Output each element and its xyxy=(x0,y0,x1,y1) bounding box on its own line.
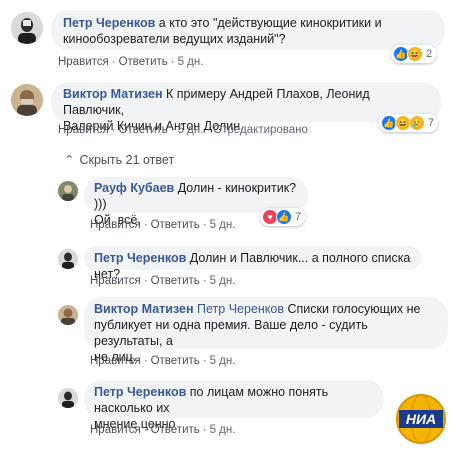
like-link[interactable]: Нравится xyxy=(90,424,141,436)
like-link[interactable]: Нравится xyxy=(90,355,141,367)
like-link[interactable]: Нравится xyxy=(58,56,109,68)
reply-link[interactable]: Ответить xyxy=(119,124,168,136)
comment-text-line: а кто это "действующие кинокритики и xyxy=(158,16,382,30)
reply-link[interactable]: Ответить xyxy=(151,424,200,436)
timestamp[interactable]: 5 дн. xyxy=(210,355,236,367)
mention-link[interactable]: Петр Черенков xyxy=(197,302,284,316)
reply-actions: Нравится · Ответить · 5 дн. xyxy=(90,219,236,231)
nia-logo: НИА xyxy=(395,393,447,445)
timestamp[interactable]: 5 дн. xyxy=(210,275,236,287)
hide-replies-link[interactable]: ⌃ Скрыть 21 ответ xyxy=(64,152,174,167)
hide-replies-label: Скрыть 21 ответ xyxy=(79,153,175,167)
reply-bubble: Виктор Матизен Петр Черенков Списки голо… xyxy=(84,297,448,364)
like-link[interactable]: Нравится xyxy=(90,219,141,231)
reply-bubble: Петр Черенков Долин и Павлючик... а полн… xyxy=(84,246,422,281)
avatar[interactable] xyxy=(58,249,78,269)
like-link[interactable]: Нравится xyxy=(90,275,141,287)
reply-author[interactable]: Виктор Матизен xyxy=(94,302,194,316)
comment-actions: Нравится · Ответить · 5 дн. xyxy=(58,56,204,68)
reply-bubble: Петр Черенков по лицам можно понять наск… xyxy=(84,380,384,431)
haha-reaction-icon: 😆 xyxy=(407,46,423,62)
reply-text-line: публикует ни одна премия. Ваше дело - су… xyxy=(94,318,368,348)
timestamp[interactable]: 5 дн. xyxy=(178,56,204,68)
nia-logo-text: НИА xyxy=(406,411,436,427)
avatar[interactable] xyxy=(58,305,78,325)
avatar[interactable] xyxy=(58,388,78,408)
reply-actions: Нравится · Ответить · 5 дн. xyxy=(90,275,236,287)
reply-actions: Нравится · Ответить · 5 дн. xyxy=(90,424,236,436)
sad-reaction-icon: 😢 xyxy=(409,115,425,131)
timestamp[interactable]: 5 дн. xyxy=(210,219,236,231)
comment-actions: Нравится · Ответить · 5 дн. · Отредактировано xyxy=(58,124,308,136)
avatar[interactable] xyxy=(11,12,43,44)
like-reaction-icon: 👍 xyxy=(276,209,292,225)
reply-text-line: Списки голосующих не xyxy=(287,302,421,316)
chevron-up-icon: ⌃ xyxy=(64,153,75,167)
reactions-summary[interactable]: 👍 😆 2 xyxy=(391,45,437,63)
reply-author[interactable]: Рауф Кубаев xyxy=(94,181,174,195)
comment-text-line: кинообозреватели ведущих изданий"? xyxy=(63,32,286,46)
reactions-summary[interactable]: 👍 😆 😢 7 xyxy=(379,114,439,132)
comment-author[interactable]: Виктор Матизен xyxy=(63,87,163,101)
reply-actions: Нравится · Ответить · 5 дн. xyxy=(90,355,236,367)
reply-author[interactable]: Петр Черенков xyxy=(94,385,186,399)
like-link[interactable]: Нравится xyxy=(58,124,109,136)
reply-link[interactable]: Ответить xyxy=(119,56,168,68)
reaction-count: 7 xyxy=(295,211,302,223)
timestamp[interactable]: 5 дн. xyxy=(178,124,204,136)
avatar[interactable] xyxy=(58,181,78,201)
comment-bubble: Петр Черенков а кто это "действующие кин… xyxy=(51,10,445,50)
reply-author[interactable]: Петр Черенков xyxy=(94,251,186,265)
reaction-count: 2 xyxy=(426,48,433,60)
reactions-summary[interactable]: ♥ 👍 7 xyxy=(260,208,306,226)
avatar[interactable] xyxy=(11,84,43,116)
reply-link[interactable]: Ответить xyxy=(151,275,200,287)
reply-link[interactable]: Ответить xyxy=(151,219,200,231)
comment-author[interactable]: Петр Черенков xyxy=(63,16,155,30)
edited-label[interactable]: Отредактировано xyxy=(213,124,308,136)
timestamp[interactable]: 5 дн. xyxy=(210,424,236,436)
reaction-count: 7 xyxy=(428,117,435,129)
reply-link[interactable]: Ответить xyxy=(151,355,200,367)
